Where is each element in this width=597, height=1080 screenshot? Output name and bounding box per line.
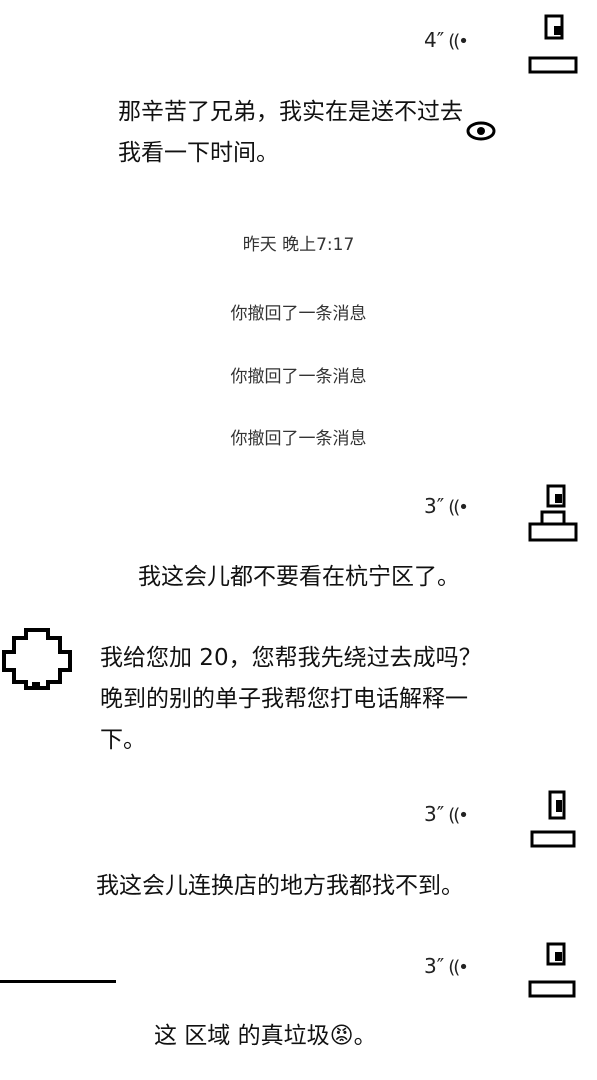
- voice-message-3[interactable]: 3″ ((•: [424, 802, 469, 826]
- voice-message-2[interactable]: 3″ ((•: [424, 494, 469, 518]
- voice-wave-icon: ((•: [448, 957, 469, 978]
- avatar[interactable]: [528, 484, 578, 546]
- voice-wave-icon: ((•: [448, 497, 469, 518]
- voice-duration: 4″: [424, 28, 445, 52]
- avatar[interactable]: [528, 942, 578, 1004]
- voice-duration: 3″: [424, 954, 445, 978]
- voice-duration: 3″: [424, 802, 445, 826]
- voice-message-1[interactable]: 4″ ((•: [424, 28, 469, 52]
- timestamp: 昨天 晚上7:17: [242, 235, 355, 255]
- avatar[interactable]: [528, 14, 578, 76]
- voice-transcript-4: 这 区域 的真垃圾😡。: [154, 1023, 377, 1049]
- voice-wave-icon: ((•: [448, 31, 469, 52]
- voice-transcript-2: 我这会儿都不要看在杭宁区了。: [138, 564, 460, 590]
- recall-notice: 你撤回了一条消息: [230, 367, 367, 387]
- voice-duration: 3″: [424, 494, 445, 518]
- avatar[interactable]: [2, 626, 72, 692]
- voice-transcript-1: 那辛苦了兄弟，我实在是送不过去 我看一下时间。: [118, 99, 463, 166]
- recall-notice: 你撤回了一条消息: [230, 429, 367, 449]
- eye-icon[interactable]: [466, 120, 496, 142]
- voice-message-4[interactable]: 3″ ((•: [424, 954, 469, 978]
- voice-wave-icon: ((•: [448, 805, 469, 826]
- recall-notice: 你撤回了一条消息: [230, 304, 367, 324]
- received-message: 我给您加 20，您帮我先绕过去成吗？晚到的别的单子我帮您打电话解释一下。: [100, 645, 482, 753]
- avatar[interactable]: [528, 790, 578, 852]
- divider: [0, 980, 116, 983]
- voice-transcript-3: 我这会儿连换店的地方我都找不到。: [96, 873, 464, 899]
